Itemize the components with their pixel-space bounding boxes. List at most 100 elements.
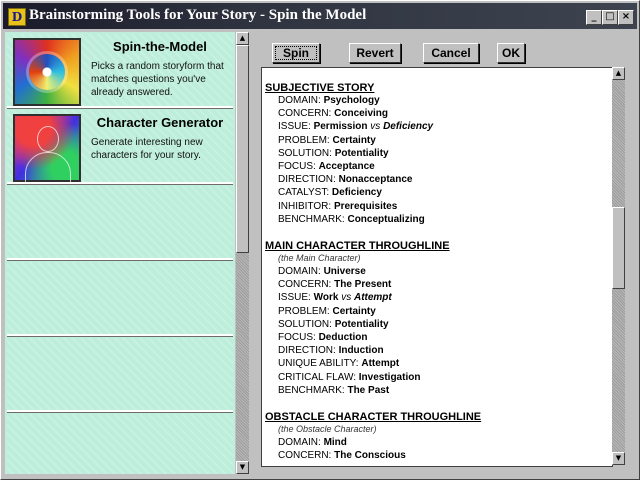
report-row: ISSUE: Permission vs Deficiency bbox=[265, 121, 611, 134]
report-row: BENCHMARK: The Past bbox=[265, 385, 611, 398]
section-note-row: (the Obstacle Character) bbox=[265, 424, 611, 437]
section-note-row: (the Main Character) bbox=[265, 253, 611, 266]
row-label: UNIQUE ABILITY: bbox=[278, 358, 359, 370]
row-label: FOCUS: bbox=[278, 160, 316, 172]
report-row: FOCUS: Acceptance bbox=[265, 161, 611, 174]
row-value: The Present bbox=[334, 279, 392, 291]
row-label: DOMAIN: bbox=[278, 437, 321, 449]
row-value: Work bbox=[313, 292, 339, 304]
character-generator-icon[interactable] bbox=[13, 114, 81, 184]
scroll-up-arrow-icon[interactable]: ▲ bbox=[612, 67, 625, 80]
row-value: Acceptance bbox=[318, 160, 375, 172]
report-row: BENCHMARK: Conceptualizing bbox=[265, 214, 611, 227]
report-row: PROBLEM: Certainty bbox=[265, 306, 611, 319]
report-row: DOMAIN: Universe bbox=[265, 266, 611, 279]
report-row: DIRECTION: Induction bbox=[265, 345, 611, 358]
row-label: ISSUE: bbox=[278, 292, 311, 304]
row-value: Prerequisites bbox=[333, 200, 398, 212]
row-label: BENCHMARK: bbox=[278, 213, 345, 225]
empty-tool-slot bbox=[7, 338, 233, 412]
report-row: CATALYST: Deficiency bbox=[265, 187, 611, 200]
row-value: Deficiency bbox=[331, 187, 382, 199]
row-label: DIRECTION: bbox=[278, 174, 336, 186]
report-row: DOMAIN: Psychology bbox=[265, 95, 611, 108]
report-row: FOCUS: Deduction bbox=[265, 332, 611, 345]
title-bar[interactable]: D Brainstorming Tools for Your Story - S… bbox=[3, 3, 637, 29]
empty-tool-slot bbox=[7, 414, 233, 474]
report-row: INHIBITOR: Prerequisites bbox=[265, 201, 611, 214]
row-value: Universe bbox=[323, 266, 366, 278]
app-icon[interactable]: D bbox=[8, 8, 26, 26]
row-label: PROBLEM: bbox=[278, 305, 330, 317]
report-row: SOLUTION: Potentiality bbox=[265, 319, 611, 332]
report-row: UNIQUE ABILITY: Attempt bbox=[265, 358, 611, 371]
row-value: The Past bbox=[347, 384, 390, 396]
row-value: Attempt bbox=[361, 358, 400, 370]
row-value: Potentiality bbox=[334, 318, 389, 330]
report-row: DOMAIN: Mind bbox=[265, 437, 611, 450]
tool-spin-the-model[interactable]: Spin-the-Model Picks a random storyform … bbox=[7, 34, 233, 108]
tool-description: Generate interesting new characters for … bbox=[91, 137, 203, 161]
report-scrollbar[interactable]: ▲ ▼ bbox=[612, 67, 625, 465]
scroll-thumb[interactable] bbox=[236, 45, 249, 253]
row-value: Mind bbox=[323, 437, 347, 449]
report-row: CONCERN: The Conscious bbox=[265, 450, 611, 463]
scroll-down-arrow-icon[interactable]: ▼ bbox=[612, 452, 625, 465]
spin-button[interactable]: Spin bbox=[272, 43, 320, 63]
cancel-button[interactable]: Cancel bbox=[423, 43, 479, 63]
row-counterpoint: Attempt bbox=[353, 292, 392, 304]
section-note: (the Obstacle Character) bbox=[278, 423, 377, 434]
row-versus: vs bbox=[341, 292, 352, 304]
scroll-thumb[interactable] bbox=[612, 207, 625, 289]
row-label: DOMAIN: bbox=[278, 95, 321, 106]
tool-description: Picks a random storyform that matches qu… bbox=[91, 61, 224, 98]
tool-title: Spin-the-Model bbox=[113, 39, 207, 54]
row-value: Conceptualizing bbox=[347, 213, 425, 225]
row-versus: vs bbox=[370, 121, 381, 133]
window-title: Brainstorming Tools for Your Story - Spi… bbox=[29, 7, 367, 23]
empty-tool-slot bbox=[7, 262, 233, 336]
report-row: CRITICAL FLAW: Investigation bbox=[265, 372, 611, 385]
row-value: Certainty bbox=[332, 134, 376, 146]
row-value: Potentiality bbox=[334, 147, 389, 159]
tool-list-scrollbar[interactable]: ▲ ▼ bbox=[236, 32, 249, 474]
row-value: Deduction bbox=[318, 332, 368, 343]
report-row: PROBLEM: Certainty bbox=[265, 135, 611, 148]
maximize-button[interactable]: □ bbox=[602, 10, 618, 25]
row-label: FOCUS: bbox=[278, 332, 316, 343]
section-heading: OBSTACLE CHARACTER THROUGHLINE bbox=[265, 410, 482, 423]
row-value: Induction bbox=[338, 345, 384, 357]
row-value: Conceiving bbox=[334, 108, 389, 120]
spin-model-icon[interactable] bbox=[13, 38, 81, 106]
row-value: Certainty bbox=[332, 305, 376, 317]
tool-character-generator[interactable]: Character Generator Generate interesting… bbox=[7, 110, 233, 184]
row-label: INHIBITOR: bbox=[278, 200, 332, 212]
row-value: Psychology bbox=[323, 95, 380, 106]
report-row: CONCERN: The Present bbox=[265, 279, 611, 292]
report-row: CONCERN: Conceiving bbox=[265, 108, 611, 121]
empty-tool-slot bbox=[7, 186, 233, 260]
report-content: SUBJECTIVE STORY DOMAIN: Psychology CONCER… bbox=[265, 82, 611, 464]
row-label: DOMAIN: bbox=[278, 266, 321, 278]
row-label: SOLUTION: bbox=[278, 147, 332, 159]
row-value: Permission bbox=[313, 121, 368, 133]
revert-button[interactable]: Revert bbox=[349, 43, 401, 63]
row-value: Nonacceptance bbox=[338, 174, 413, 186]
close-button[interactable]: × bbox=[618, 10, 634, 25]
row-label: CATALYST: bbox=[278, 187, 330, 199]
row-value: Investigation bbox=[358, 371, 421, 383]
storyform-report[interactable]: SUBJECTIVE STORY DOMAIN: Psychology CONCER… bbox=[261, 67, 613, 467]
minimize-button[interactable]: _ bbox=[586, 10, 602, 25]
row-label: CONCERN: bbox=[278, 450, 332, 462]
report-row: ISSUE: Work vs Attempt bbox=[265, 292, 611, 305]
ok-button[interactable]: OK bbox=[497, 43, 525, 63]
row-label: BENCHMARK: bbox=[278, 384, 345, 396]
report-row: DIRECTION: Nonacceptance bbox=[265, 174, 611, 187]
section-heading: SUBJECTIVE STORY bbox=[265, 82, 375, 94]
scroll-down-arrow-icon[interactable]: ▼ bbox=[236, 461, 249, 474]
scroll-up-arrow-icon[interactable]: ▲ bbox=[236, 32, 249, 45]
brainstorming-window: D Brainstorming Tools for Your Story - S… bbox=[0, 0, 640, 480]
tool-list: Spin-the-Model Picks a random storyform … bbox=[5, 32, 235, 474]
